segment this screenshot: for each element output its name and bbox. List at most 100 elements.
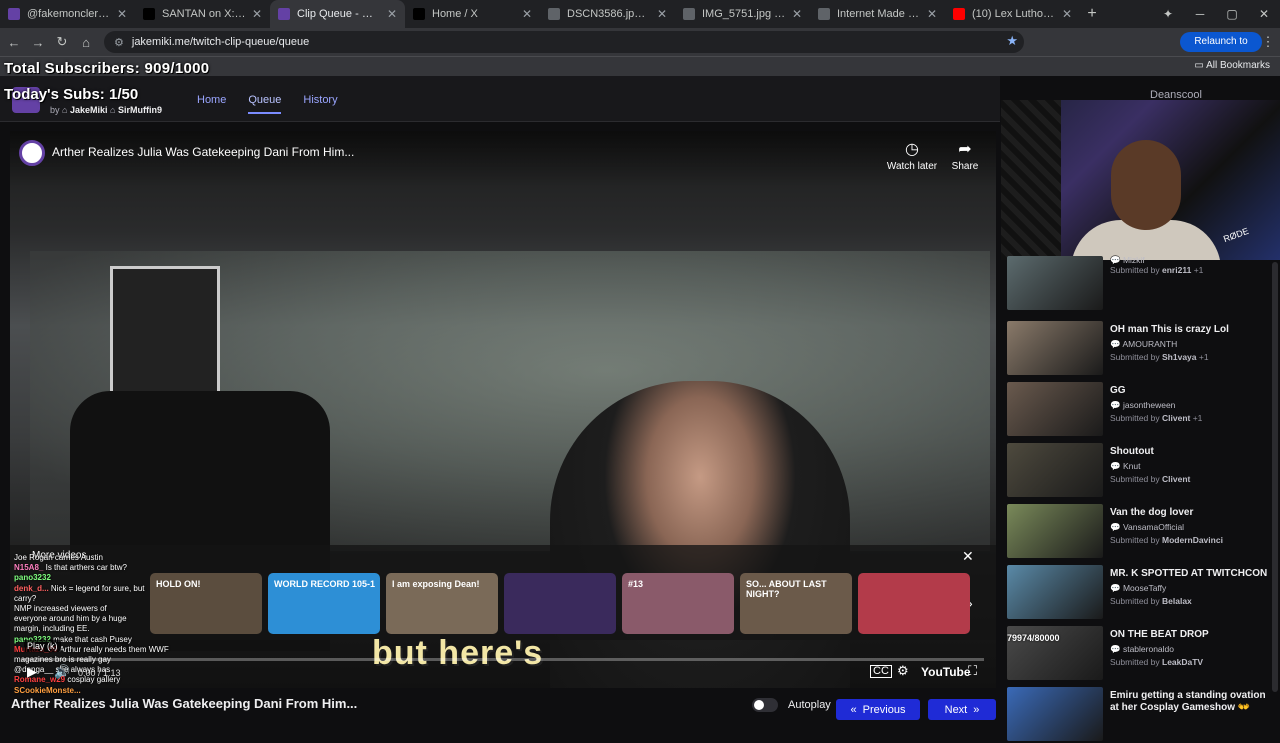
nav-home[interactable]: Home	[197, 94, 226, 114]
chat-username[interactable]: SCookieMonste...	[14, 686, 81, 695]
chat-text: everyone around him by a huge	[14, 614, 127, 624]
queue-thumbnail[interactable]	[1007, 565, 1103, 619]
submitted-by-label: Submitted by	[1110, 596, 1160, 606]
tab-close-icon[interactable]: ✕	[1062, 7, 1072, 21]
queue-item-submitter: Submitted by Sh1vaya +1	[1110, 352, 1209, 362]
youtube-logo[interactable]: YouTube	[921, 665, 971, 679]
browser-tab[interactable]: Home / X ✕	[405, 0, 540, 28]
previous-label: Previous	[862, 703, 906, 716]
author-link-2[interactable]: SirMuffin9	[118, 105, 162, 115]
author-link-1[interactable]: JakeMiki	[70, 105, 108, 115]
settings-gear-icon[interactable]: ⚙	[897, 663, 909, 679]
tab-close-icon[interactable]: ✕	[387, 7, 397, 21]
tab-favicon-icon	[953, 8, 965, 20]
progress-bar[interactable]	[22, 658, 984, 661]
related-video-thumbnail[interactable]: SO... ABOUT LAST NIGHT?	[740, 573, 852, 634]
extra-submitters: +1	[1192, 413, 1203, 423]
url-field[interactable]: ⚙ jakemiki.me/twitch-clip-queue/queue ★	[104, 31, 1024, 53]
browser-tab[interactable]: SANTAN on X: "THE BOY ✕	[135, 0, 270, 28]
queue-item[interactable]: Shoutout 💬 Knut Submitted by Clivent	[1007, 443, 1277, 499]
watch-later-button[interactable]: ◷ Watch later	[882, 139, 942, 172]
channel-name: Knut	[1122, 461, 1141, 471]
queue-thumbnail[interactable]	[1007, 256, 1103, 310]
queue-thumbnail[interactable]	[1007, 321, 1103, 375]
browser-tab[interactable]: Clip Queue - Open ✕	[270, 0, 405, 28]
browser-tab[interactable]: Internet Made Country C ✕	[810, 0, 945, 28]
back-icon[interactable]: ←	[2, 35, 26, 50]
site-info-icon[interactable]: ⚙	[114, 36, 124, 49]
extra-submitters: +1	[1198, 352, 1209, 362]
tab-favicon-icon	[143, 8, 155, 20]
autoplay-toggle[interactable]	[752, 698, 778, 712]
queue-item[interactable]: Emiru getting a standing ovation at her …	[1007, 687, 1277, 743]
queue-item-title: MR. K SPOTTED AT TWITCHCON	[1110, 568, 1268, 579]
queue-item[interactable]: Van the dog lover 💬 VansamaOfficial Submit…	[1007, 504, 1277, 560]
related-video-thumbnail[interactable]: I am exposing Dean!	[386, 573, 498, 634]
all-bookmarks-button[interactable]: ▭ All Bookmarks	[1194, 60, 1270, 71]
queue-item-submitter: Submitted by Belalax	[1110, 596, 1192, 606]
submitter-name: Belalax	[1162, 596, 1192, 606]
nav-history[interactable]: History	[303, 94, 337, 114]
browser-tab[interactable]: DSCN3586.jpg (3456×46 ✕	[540, 0, 675, 28]
browser-tab[interactable]: @fakemoncler menti ✕	[0, 0, 135, 28]
chat-username[interactable]: N15A8_	[14, 563, 43, 572]
queue-thumbnail[interactable]	[1007, 504, 1103, 558]
tab-close-icon[interactable]: ✕	[522, 7, 532, 21]
home-icon[interactable]: ⌂	[74, 35, 98, 50]
menu-icon[interactable]: ⋮	[1256, 34, 1280, 50]
queue-thumbnail[interactable]	[1007, 687, 1103, 741]
queue-thumbnail[interactable]	[1007, 382, 1103, 436]
share-button[interactable]: ➦ Share	[945, 139, 985, 172]
volume-icon[interactable]: 🔊	[54, 664, 70, 680]
forward-icon[interactable]: →	[26, 35, 50, 50]
next-button[interactable]: Next »	[928, 699, 996, 720]
queue-thumbnail[interactable]	[1007, 443, 1103, 497]
submitter-name: Clivent	[1162, 474, 1191, 484]
relaunch-button[interactable]: Relaunch to update	[1180, 32, 1262, 67]
related-video-thumbnail[interactable]	[858, 573, 970, 634]
tab-close-icon[interactable]: ✕	[792, 7, 802, 21]
queue-item[interactable]: 79974/80000 ON THE BEAT DROP 💬 stableronal…	[1007, 626, 1277, 682]
autoplay-control[interactable]: Autoplay	[752, 698, 831, 712]
fullscreen-icon[interactable]: ⛶	[968, 663, 977, 679]
related-video-thumbnail[interactable]: #13	[622, 573, 734, 634]
minimize-icon[interactable]: ─	[1184, 7, 1216, 21]
tab-favicon-icon	[548, 8, 560, 20]
maximize-icon[interactable]: ▢	[1216, 7, 1248, 21]
queue-item-submitter: Submitted by enri211 +1	[1110, 265, 1203, 275]
chat-username[interactable]: denk_d...	[14, 584, 49, 593]
queue-item[interactable]: 💬 Mizkif Submitted by enri211 +1	[1007, 255, 1277, 312]
reload-icon[interactable]: ↻	[50, 34, 74, 50]
player-title[interactable]: Arther Realizes Julia Was Gatekeeping Da…	[52, 145, 354, 159]
related-video-thumbnail[interactable]	[504, 573, 616, 634]
captions-icon[interactable]: CC	[870, 665, 892, 678]
channel-icon: 💬	[1110, 522, 1123, 532]
tab-favicon-icon	[278, 8, 290, 20]
tab-close-icon[interactable]: ✕	[927, 7, 937, 21]
channel-avatar[interactable]	[19, 140, 45, 166]
tab-close-icon[interactable]: ✕	[117, 7, 127, 21]
browser-tab[interactable]: (10) Lex Luthor's Monkey ✕	[945, 0, 1080, 28]
bookmark-star-icon[interactable]: ★	[1006, 33, 1018, 49]
tab-search-icon[interactable]: ✦	[1152, 7, 1184, 21]
chat-text: NMP increased viewers of	[14, 604, 107, 614]
github-icon: ⌂	[62, 105, 68, 115]
new-tab-icon[interactable]: +	[1080, 5, 1104, 23]
chat-message: NMP increased viewers of	[14, 604, 229, 614]
nav-queue[interactable]: Queue	[248, 94, 282, 114]
queue-item[interactable]: MR. K SPOTTED AT TWITCHCON 💬 MooseTaffy Su…	[1007, 565, 1277, 621]
queue-item[interactable]: GG 💬 jasontheween Submitted by Clivent +1	[1007, 382, 1277, 438]
browser-tab[interactable]: IMG_5751.jpg (3456×46 ✕	[675, 0, 810, 28]
queue-scrollbar[interactable]	[1272, 262, 1278, 692]
tab-close-icon[interactable]: ✕	[657, 7, 667, 21]
play-icon[interactable]: ▶	[27, 664, 37, 680]
queue-thumbnail[interactable]: 79974/80000	[1007, 626, 1103, 680]
close-window-icon[interactable]: ✕	[1248, 7, 1280, 21]
tab-close-icon[interactable]: ✕	[252, 7, 262, 21]
previous-button[interactable]: « Previous	[836, 699, 920, 720]
next-label: Next	[944, 703, 968, 716]
close-icon[interactable]: ✕	[962, 548, 974, 565]
queue-item[interactable]: OH man This is crazy Lol 💬 AMOURANTH Submi…	[1007, 321, 1277, 377]
related-video-thumbnail[interactable]: WORLD RECORD 105-1	[268, 573, 380, 634]
chat-username[interactable]: pano3232	[14, 573, 51, 582]
